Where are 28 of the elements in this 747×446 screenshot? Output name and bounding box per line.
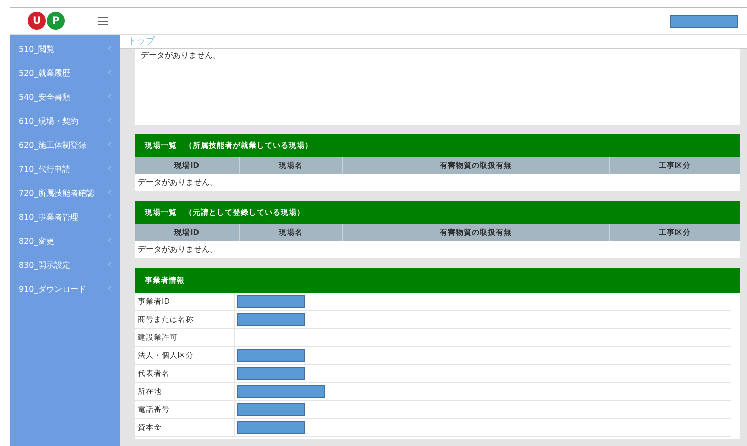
- menu-icon[interactable]: [98, 16, 108, 26]
- sidebar-item[interactable]: 720_所属技能者確認: [19, 188, 94, 198]
- sidebar-item[interactable]: 520_就業履歴: [19, 68, 70, 78]
- sidebar-item[interactable]: 820_変更: [19, 236, 54, 246]
- empty-message: データがありません。: [138, 177, 218, 188]
- chevron-icon: [108, 46, 112, 52]
- sidebar-item[interactable]: 610_現場・契約: [19, 116, 78, 126]
- sidebar-item[interactable]: 710_代行申請: [19, 164, 70, 174]
- empty-message: データがありません。: [138, 244, 218, 255]
- chevron-icon: [108, 70, 112, 76]
- chevron-icon: [108, 118, 112, 124]
- empty-message: データがありません。: [141, 50, 222, 61]
- chevron-icon: [108, 142, 112, 148]
- breadcrumb[interactable]: トップ: [128, 35, 155, 48]
- sidebar-item[interactable]: 510_閲覧: [19, 44, 54, 54]
- sidebar-item[interactable]: 620_施工体制登録: [19, 140, 86, 150]
- sidebar-item[interactable]: 810_事業者管理: [19, 212, 78, 222]
- sidebar-item[interactable]: 830_開示設定: [19, 260, 70, 270]
- chevron-icon: [108, 238, 112, 244]
- logo: U P: [28, 12, 66, 30]
- chevron-icon: [108, 190, 112, 196]
- chevron-icon: [108, 94, 112, 100]
- chevron-icon: [108, 166, 112, 172]
- sidebar-item[interactable]: 910_ダウンロード: [19, 284, 86, 294]
- chevron-icon: [108, 286, 112, 292]
- chevron-icon: [108, 214, 112, 220]
- chevron-icon: [108, 262, 112, 268]
- sidebar-item[interactable]: 540_安全書類: [19, 92, 70, 102]
